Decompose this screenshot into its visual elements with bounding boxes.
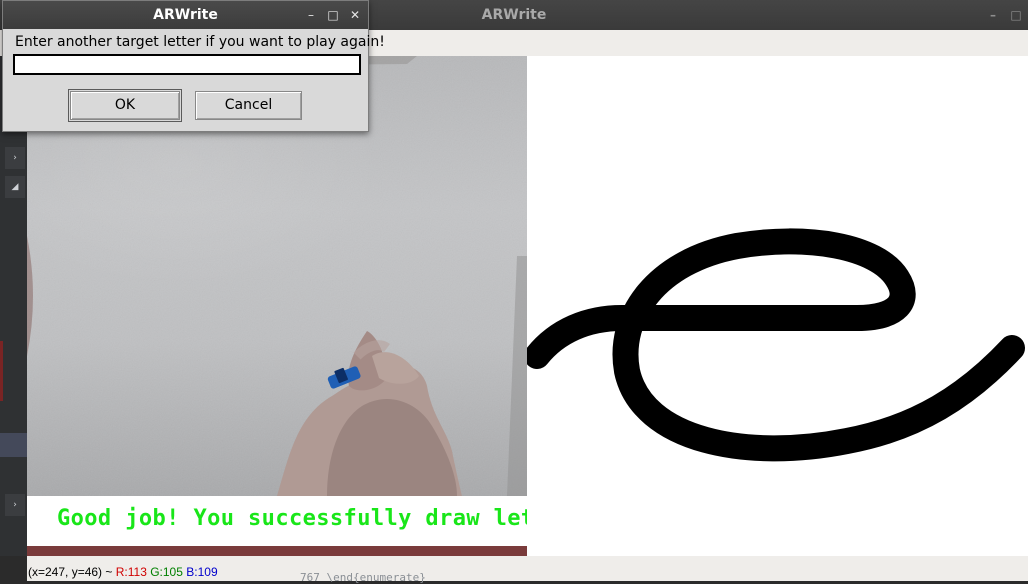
- target-letter-e: [524, 228, 1025, 462]
- chevron-right-icon[interactable]: ›: [5, 147, 25, 169]
- maximize-icon[interactable]: □: [1009, 9, 1023, 21]
- minimize-icon[interactable]: –: [986, 9, 1000, 21]
- status-bar: (x=247, y=46) ~ R:113 G:105 B:109: [27, 556, 1028, 581]
- camera-bottom-edge: [27, 546, 527, 556]
- maximize-icon[interactable]: □: [326, 9, 340, 21]
- green-value: G:105: [150, 565, 183, 579]
- close-icon[interactable]: ✕: [348, 9, 362, 21]
- minimize-icon[interactable]: –: [304, 9, 318, 21]
- success-message: Good job! You successfully draw letter e: [57, 506, 603, 531]
- expand-icon[interactable]: ◢: [5, 176, 25, 198]
- message-band: Good job! You successfully draw letter e: [27, 496, 602, 556]
- selected-line-marker: [0, 433, 27, 457]
- target-letter-input[interactable]: [13, 54, 361, 75]
- dialog-titlebar[interactable]: ARWrite – □ ✕: [3, 1, 368, 29]
- red-value: R:113: [115, 565, 147, 579]
- pixel-readout: (x=247, y=46) ~ R:113 G:105 B:109: [28, 565, 218, 579]
- target-letter-panel: [524, 56, 1028, 556]
- dialog-prompt: Enter another target letter if you want …: [15, 34, 385, 50]
- blue-value: B:109: [186, 565, 218, 579]
- play-again-dialog: ARWrite – □ ✕ Enter another target lette…: [2, 0, 385, 132]
- chevron-right-icon[interactable]: ›: [5, 494, 25, 516]
- ok-button[interactable]: OK: [68, 89, 182, 122]
- cancel-button[interactable]: Cancel: [195, 91, 302, 120]
- error-marker: [0, 341, 3, 401]
- cursor-coordinates: (x=247, y=46) ~: [28, 565, 116, 579]
- background-code-line: 767 \end{enumerate}: [300, 571, 426, 584]
